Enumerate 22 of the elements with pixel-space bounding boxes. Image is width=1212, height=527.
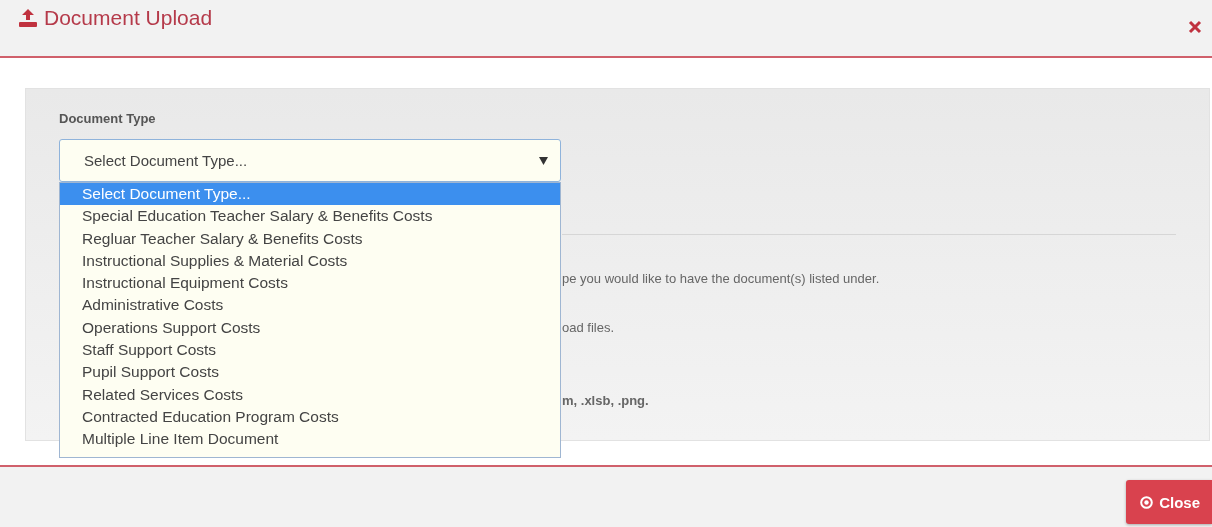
close-circle-icon bbox=[1140, 495, 1154, 509]
instruction-text: pe you would like to have the document(s) listed under. bbox=[562, 271, 881, 286]
dropdown-option[interactable]: Staff Support Costs bbox=[60, 339, 560, 362]
dropdown-option[interactable]: Administrative Costs bbox=[60, 294, 560, 317]
dropdown-option[interactable]: Related Services Costs bbox=[60, 383, 560, 406]
instruction-text: oad files. bbox=[562, 320, 616, 335]
dropdown-option[interactable]: Regluar Teacher Salary & Benefits Costs bbox=[60, 227, 560, 250]
close-button[interactable]: Close bbox=[1126, 480, 1212, 524]
dropdown-option[interactable]: Instructional Supplies & Material Costs bbox=[60, 249, 560, 273]
dropdown-option[interactable]: Operations Support Costs bbox=[60, 316, 560, 340]
dialog-title: Document Upload bbox=[44, 6, 213, 30]
dropdown-option[interactable]: Contracted Education Program Costs bbox=[60, 405, 560, 429]
field-label: Document Type bbox=[59, 111, 157, 126]
caret-icon bbox=[539, 156, 548, 165]
dropdown-option[interactable]: Special Education Teacher Salary & Benefits Costs bbox=[60, 205, 560, 228]
close-icon[interactable] bbox=[1188, 20, 1202, 34]
upload-icon bbox=[18, 8, 38, 28]
instruction-text: m, .xlsb, .png. bbox=[562, 393, 650, 408]
document-type-select[interactable]: Select Document Type... bbox=[59, 139, 561, 182]
dropdown-option[interactable]: Pupil Support Costs bbox=[60, 361, 560, 384]
dropdown-option[interactable]: Instructional Equipment Costs bbox=[60, 272, 560, 295]
dropdown-option[interactable]: Multiple Line Item Document bbox=[60, 428, 560, 451]
